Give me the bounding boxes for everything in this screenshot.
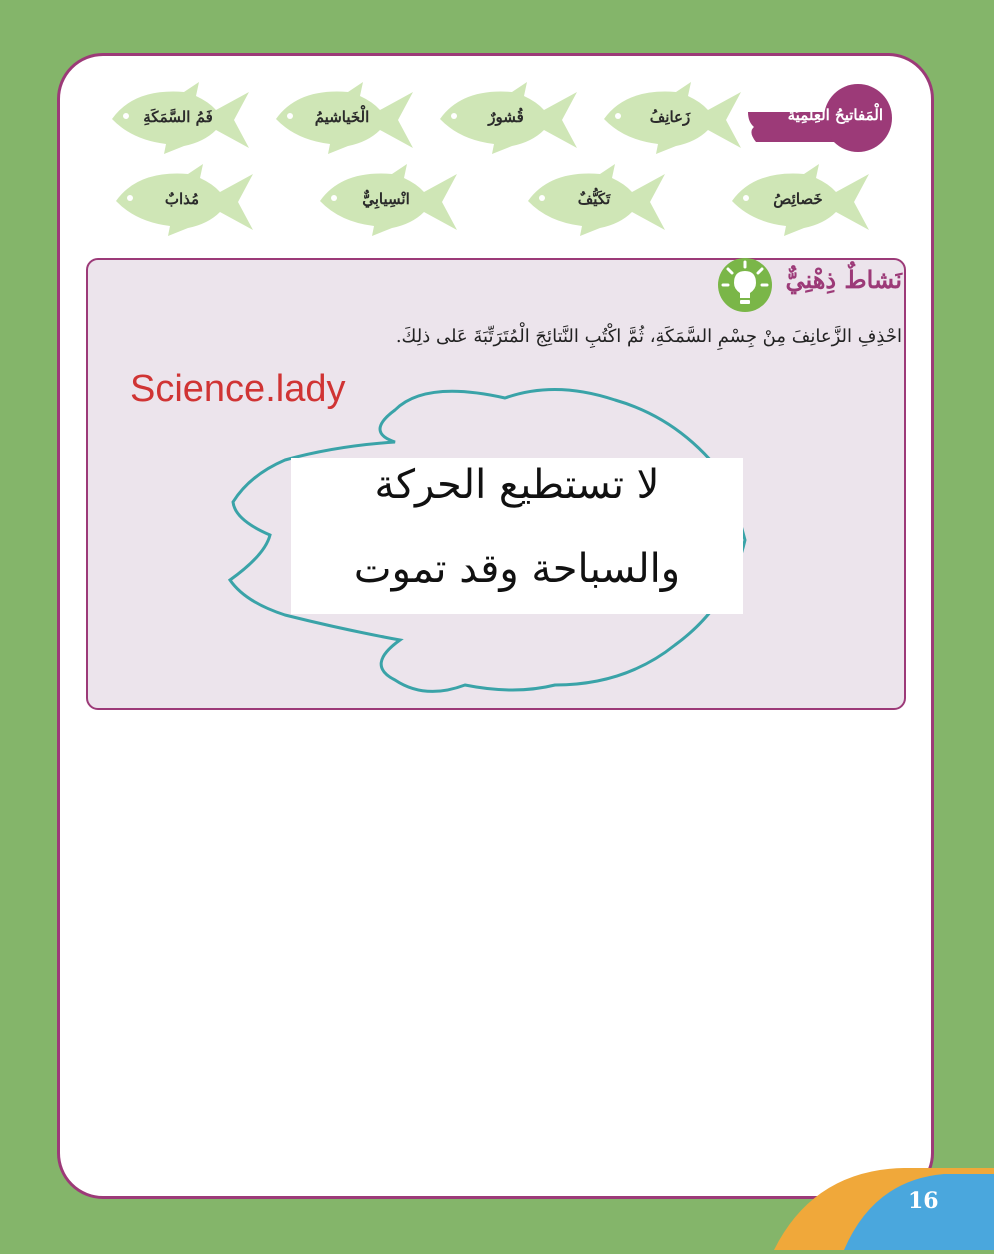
page-number: 16 xyxy=(908,1188,939,1214)
keyword-label: قُشورٌ xyxy=(488,108,524,126)
corner-decoration xyxy=(774,1160,994,1254)
keyword-fish: قُشورٌ xyxy=(432,80,582,158)
activity-instruction: احْذِفِ الزَّعانِفَ مِنْ جِسْمِ السَّمَك… xyxy=(395,326,902,347)
keyword-fish: الْخَياشيمُ xyxy=(268,80,418,158)
answer-box: لا تستطيع الحركة والسباحة وقد تموت xyxy=(291,458,743,614)
keyword-label: مُذابٌ xyxy=(164,190,200,208)
keywords-badge: الْمَفاتيحُ الْعِلْمِيَّةُ xyxy=(748,82,893,154)
keyword-fish: زَعانِفُ xyxy=(596,80,746,158)
keyword-label: خَصائِصُ xyxy=(773,190,823,208)
keyword-label: فَمُ السَّمَكَةِ xyxy=(143,108,213,126)
keyword-fish: مُذابٌ xyxy=(108,162,258,240)
keyword-label: زَعانِفُ xyxy=(649,108,691,126)
keyword-fish: انْسِيابِيٌّ xyxy=(312,162,462,240)
answer-line-2: والسباحة وقد تموت xyxy=(353,546,681,592)
keyword-label: انْسِيابِيٌّ xyxy=(362,190,410,208)
activity-title: نَشاطٌ ذِهْنِيٌّ xyxy=(785,265,902,294)
answer-line-1: لا تستطيع الحركة xyxy=(374,462,660,508)
lightbulb-icon xyxy=(716,256,774,314)
keywords-title: الْمَفاتيحُ الْعِلْمِيَّةُ xyxy=(787,106,883,124)
keyword-label: تَكَيُّفٌ xyxy=(577,190,611,208)
keyword-fish: تَكَيُّفٌ xyxy=(520,162,670,240)
keyword-fish: فَمُ السَّمَكَةِ xyxy=(104,80,254,158)
keyword-label: الْخَياشيمُ xyxy=(314,108,370,126)
keyword-fish: خَصائِصُ xyxy=(724,162,874,240)
